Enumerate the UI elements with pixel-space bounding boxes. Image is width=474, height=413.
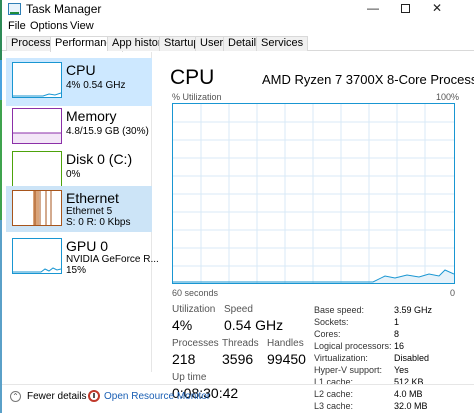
logical-processors-label: Logical processors: bbox=[314, 341, 392, 351]
disk-thumbnail bbox=[12, 151, 62, 187]
hyperv-value: Yes bbox=[394, 365, 409, 375]
base-speed-label: Base speed: bbox=[314, 305, 365, 315]
tab-bar: Processes Performance App history Startu… bbox=[2, 36, 474, 52]
handles-label: Handles bbox=[267, 338, 304, 349]
gpu-thumbnail-graph bbox=[13, 267, 62, 273]
threads-value: 3596 bbox=[222, 351, 254, 367]
logical-processors-value: 16 bbox=[394, 341, 405, 351]
open-resource-monitor-link[interactable]: Open Resource Monitor bbox=[104, 391, 210, 402]
sidebar-item-ethernet[interactable]: Ethernet Ethernet 5 S: 0 R: 0 Kbps bbox=[6, 186, 152, 232]
ethernet-thumbnail-graph bbox=[33, 191, 52, 225]
menu-view[interactable]: View bbox=[70, 20, 94, 32]
page-title: CPU bbox=[170, 66, 215, 89]
utilization-label: Utilization bbox=[172, 304, 216, 315]
sidebar-disk-sub: 0% bbox=[66, 169, 81, 180]
sidebar-memory-sub: 4.8/15.9 GB (30%) bbox=[66, 126, 149, 137]
cpu-graph-grid bbox=[173, 104, 455, 283]
threads-label: Threads bbox=[222, 338, 259, 349]
sidebar-disk-title: Disk 0 (C:) bbox=[66, 151, 133, 167]
sidebar-cpu-sub: 4% 0.54 GHz bbox=[66, 80, 126, 91]
cpu-thumbnail bbox=[12, 62, 62, 98]
sidebar-cpu-title: CPU bbox=[66, 62, 96, 78]
cpu-model: AMD Ryzen 7 3700X 8-Core Processor bbox=[262, 72, 474, 87]
virtualization-value: Disabled bbox=[394, 353, 430, 363]
cpu-detail-panel: CPU AMD Ryzen 7 3700X 8-Core Processor %… bbox=[160, 52, 474, 411]
title-bar: Task Manager — ✕ bbox=[2, 0, 474, 18]
sidebar-item-memory[interactable]: Memory 4.8/15.9 GB (30%) bbox=[6, 104, 152, 152]
sidebar-gpu-util: 15% bbox=[66, 265, 87, 276]
base-speed-value: 3.59 GHz bbox=[394, 305, 433, 315]
menu-options[interactable]: Options bbox=[30, 20, 68, 32]
utilization-value: 4% bbox=[172, 317, 193, 333]
utilization-axis-label: % Utilization bbox=[172, 92, 222, 102]
menu-file[interactable]: File bbox=[8, 20, 26, 32]
memory-thumbnail bbox=[12, 108, 62, 144]
sidebar-gpu-sub: NVIDIA GeForce R... bbox=[66, 254, 159, 265]
cpu-thumbnail-graph bbox=[13, 92, 62, 97]
sockets-label: Sockets: bbox=[314, 317, 349, 327]
sidebar-item-cpu[interactable]: CPU 4% 0.54 GHz bbox=[6, 58, 152, 106]
sidebar-gpu-title: GPU 0 bbox=[66, 238, 109, 254]
sidebar-ethernet-title: Ethernet bbox=[66, 190, 119, 206]
memory-thumbnail-graph bbox=[13, 132, 61, 143]
uptime-label: Up time bbox=[172, 372, 207, 383]
sidebar-ethernet-rate: S: 0 R: 0 Kbps bbox=[66, 217, 131, 228]
speed-label: Speed bbox=[224, 304, 253, 315]
cores-value: 8 bbox=[394, 329, 400, 339]
ethernet-thumbnail bbox=[12, 190, 62, 226]
graph-zero-label: 0 bbox=[450, 288, 456, 298]
handles-value: 99450 bbox=[267, 351, 306, 367]
task-manager-icon bbox=[8, 3, 21, 15]
cores-label: Cores: bbox=[314, 329, 341, 339]
sockets-value: 1 bbox=[394, 317, 400, 327]
utilization-max-label: 100% bbox=[436, 92, 460, 102]
gpu-thumbnail bbox=[12, 238, 62, 274]
processes-label: Processes bbox=[172, 338, 219, 349]
sidebar-item-gpu[interactable]: GPU 0 NVIDIA GeForce R... 15% bbox=[6, 234, 159, 282]
footer: ⌃ Fewer details Open Resource Monitor bbox=[2, 384, 474, 408]
maximize-icon bbox=[400, 4, 410, 13]
virtualization-label: Virtualization: bbox=[314, 353, 368, 363]
sidebar-ethernet-sub: Ethernet 5 bbox=[66, 206, 113, 217]
minimize-button[interactable]: — bbox=[358, 0, 388, 18]
resource-monitor-icon bbox=[88, 390, 100, 402]
tab-services[interactable]: Services bbox=[256, 36, 309, 51]
window-title: Task Manager bbox=[26, 2, 102, 16]
cpu-utilization-graph bbox=[172, 103, 455, 284]
processes-value: 218 bbox=[172, 351, 196, 367]
resource-sidebar: CPU 4% 0.54 GHz Memory 4.8/15.9 GB (30%)… bbox=[2, 52, 159, 372]
fewer-details-link[interactable]: Fewer details bbox=[27, 391, 86, 402]
close-button[interactable]: ✕ bbox=[422, 0, 452, 18]
speed-value: 0.54 GHz bbox=[224, 317, 284, 333]
graph-time-label: 60 seconds bbox=[172, 288, 219, 298]
hyperv-label: Hyper-V support: bbox=[314, 365, 383, 375]
menu-bar: File Options View bbox=[2, 18, 474, 36]
sidebar-memory-title: Memory bbox=[66, 108, 117, 124]
chevron-up-icon[interactable]: ⌃ bbox=[10, 391, 21, 402]
maximize-button[interactable] bbox=[390, 0, 420, 18]
